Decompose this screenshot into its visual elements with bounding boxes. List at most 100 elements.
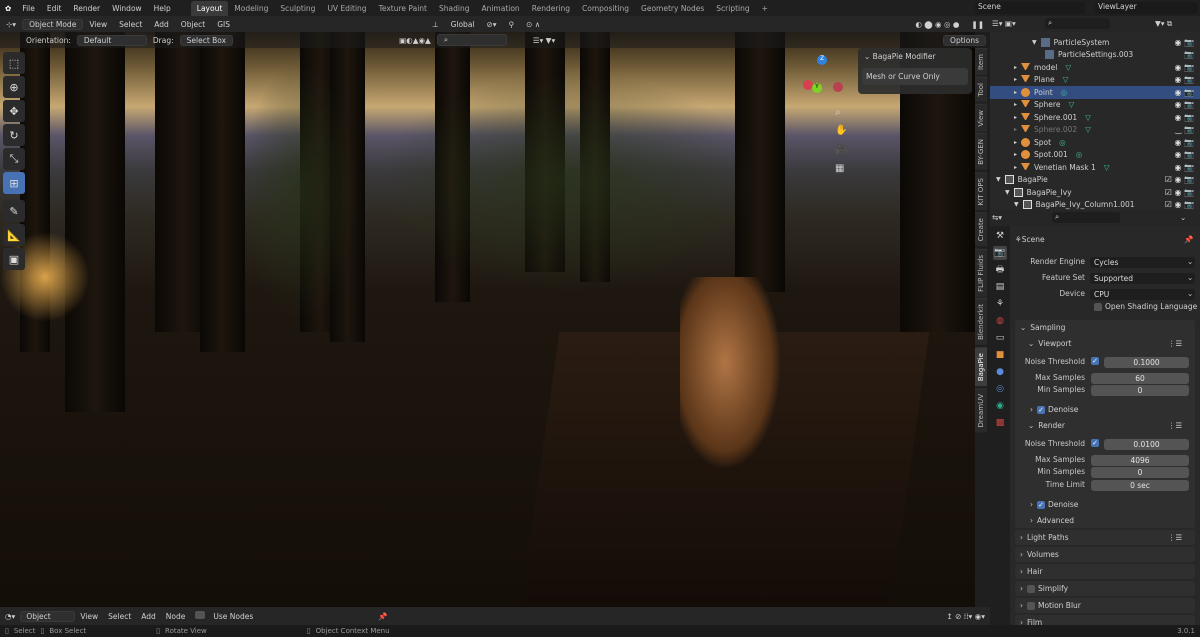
drag-dropdown[interactable]: Select Box bbox=[179, 34, 234, 46]
advanced-subpanel[interactable]: › Advanced bbox=[1030, 516, 1074, 525]
feature-set-dropdown[interactable]: Supported bbox=[1090, 273, 1195, 284]
menu-edit[interactable]: Edit bbox=[41, 4, 68, 13]
viewport-menu-add[interactable]: Add bbox=[148, 20, 175, 29]
panel-simplify-header[interactable]: › Simplify bbox=[1020, 584, 1068, 593]
expand-arrow-icon[interactable]: ▸ bbox=[1014, 164, 1017, 171]
visibility-controls[interactable]: ◉ 📷 bbox=[1175, 138, 1194, 147]
texture-tab-icon[interactable]: ▩ bbox=[993, 416, 1007, 430]
menu-help[interactable]: Help bbox=[148, 4, 177, 13]
expand-arrow-icon[interactable]: ▼ bbox=[1005, 189, 1010, 196]
render-min-samples-field[interactable]: 0 bbox=[1091, 467, 1189, 478]
outliner-item[interactable]: ▸ Sphere.002 ▽ ‿ 📷 bbox=[990, 124, 1200, 137]
outliner-item[interactable]: ▸ Plane ▽ ◉ 📷 bbox=[990, 74, 1200, 87]
tab-texture-paint[interactable]: Texture Paint bbox=[373, 1, 433, 16]
add-cube-tool-icon[interactable]: ▣ bbox=[3, 248, 25, 270]
visibility-controls[interactable]: ◉ 📷 bbox=[1175, 100, 1194, 109]
particles-tab-icon[interactable]: ◎ bbox=[993, 382, 1007, 396]
expand-arrow-icon[interactable]: ▸ bbox=[1014, 76, 1017, 83]
tab-uv-editing[interactable]: UV Editing bbox=[321, 1, 372, 16]
visibility-controls[interactable]: ◉ 📷 bbox=[1175, 38, 1194, 47]
checkbox-checked[interactable]: ✓ bbox=[1037, 500, 1045, 509]
node-menu-add[interactable]: Add bbox=[136, 612, 161, 621]
tab-sculpting[interactable]: Sculpting bbox=[274, 1, 321, 16]
tab-modeling[interactable]: Modeling bbox=[228, 1, 274, 16]
expand-arrow-icon[interactable]: ▸ bbox=[1014, 114, 1017, 121]
osl-checkbox[interactable]: Open Shading Language bbox=[1090, 302, 1197, 311]
device-dropdown[interactable]: CPU bbox=[1090, 289, 1195, 300]
checkbox-unchecked[interactable] bbox=[1094, 302, 1102, 311]
sidebar-tab-bagapie[interactable]: BagaPie bbox=[975, 347, 987, 387]
viewport-denoise[interactable]: › ✓ Denoise bbox=[1030, 405, 1078, 414]
scene-selector[interactable]: Scene bbox=[975, 2, 1085, 14]
menu-render[interactable]: Render bbox=[67, 4, 106, 13]
pause-icon[interactable]: ❚❚ bbox=[965, 20, 990, 29]
viewport-noise-checkbox[interactable]: ✓ bbox=[1091, 357, 1099, 365]
mesh-or-curve-button[interactable]: Mesh or Curve Only bbox=[862, 68, 968, 85]
pin-icon[interactable]: 📌 bbox=[1184, 235, 1193, 244]
panel-hair-header[interactable]: › Hair bbox=[1020, 567, 1042, 576]
shader-type-dropdown[interactable]: Object bbox=[20, 610, 76, 622]
visibility-controls[interactable]: ‿ 📷 bbox=[1175, 125, 1194, 134]
menu-window[interactable]: Window bbox=[106, 4, 148, 13]
visibility-controls[interactable]: ☑ ◉ 📷 bbox=[1165, 200, 1194, 209]
outliner-item[interactable]: ▸ model ▽ ◉ 📷 bbox=[990, 61, 1200, 74]
options-dropdown[interactable]: Options bbox=[943, 34, 986, 46]
render-noise-checkbox[interactable]: ✓ bbox=[1091, 439, 1099, 447]
select-box-tool-icon[interactable]: ⬚ bbox=[3, 52, 25, 74]
neg-x-icon[interactable] bbox=[833, 82, 843, 92]
pin-icon[interactable]: 📌 bbox=[373, 612, 392, 621]
scene-tab-icon[interactable]: ⚘ bbox=[993, 297, 1007, 311]
options-chevron-icon[interactable]: ⌄ bbox=[1180, 213, 1186, 222]
camera-icon[interactable]: 🎥 bbox=[835, 144, 847, 155]
rotate-tool-icon[interactable]: ↻ bbox=[3, 124, 25, 146]
visibility-controls[interactable]: ◉ 📷 bbox=[1175, 163, 1194, 172]
presets-list-icon[interactable]: ⋮☰ bbox=[1168, 421, 1182, 430]
outliner-item[interactable]: ▸ Point ◎ ◉ 📷 bbox=[990, 86, 1200, 99]
time-limit-field[interactable]: 0 sec bbox=[1091, 480, 1189, 491]
outliner-item[interactable]: ▸ Spot.001 ◎ ◉ 📷 bbox=[990, 149, 1200, 162]
output-tab-icon[interactable]: 🖶 bbox=[993, 263, 1007, 277]
sidebar-tab-blenderkit[interactable]: Blenderkit bbox=[975, 298, 987, 346]
sidebar-tab-item[interactable]: Item bbox=[975, 48, 987, 75]
measure-tool-icon[interactable]: 📐 bbox=[3, 224, 25, 246]
transform-tool-icon[interactable]: ⊞ bbox=[3, 172, 25, 194]
expand-arrow-icon[interactable]: ▼ bbox=[996, 176, 1001, 183]
view-layer-selector[interactable]: ViewLayer bbox=[1095, 2, 1198, 14]
visibility-controls[interactable]: ◉ 📷 bbox=[1175, 150, 1194, 159]
tab-add[interactable]: + bbox=[756, 1, 774, 16]
zoom-icon[interactable]: ⌕ bbox=[835, 107, 841, 118]
cursor-tool-icon[interactable]: ⊕ bbox=[3, 76, 25, 98]
sidebar-tab-view[interactable]: View bbox=[975, 103, 987, 132]
viewport-search-icon[interactable]: ⌕ bbox=[436, 34, 507, 46]
tab-layout[interactable]: Layout bbox=[190, 0, 229, 16]
outliner-item[interactable]: ▸ Venetian Mask 1 ▽ ◉ 📷 bbox=[990, 161, 1200, 174]
sidebar-tab-by-gen[interactable]: BY-GEN bbox=[975, 133, 987, 170]
checkbox-checked[interactable]: ✓ bbox=[1037, 405, 1045, 414]
transform-orientation-icon[interactable]: ⊥ bbox=[426, 20, 445, 29]
z-axis-icon[interactable]: Z bbox=[817, 55, 827, 65]
sampling-header[interactable]: ⌄ Sampling bbox=[1020, 323, 1065, 332]
node-menu-select[interactable]: Select bbox=[103, 612, 136, 621]
render-tab-icon[interactable]: 📷 bbox=[993, 246, 1007, 260]
snap-icon[interactable]: ⚲ bbox=[503, 20, 521, 29]
sidebar-tab-dreamuv[interactable]: DreamUV bbox=[975, 388, 987, 433]
tab-geometry-nodes[interactable]: Geometry Nodes bbox=[635, 1, 710, 16]
expand-arrow-icon[interactable]: ▸ bbox=[1014, 139, 1017, 146]
panel-light-paths-header[interactable]: › Light Paths bbox=[1020, 533, 1068, 542]
node-overlay-icons[interactable]: ↥ ⊘ ⁞⁞▾ ◉▾ bbox=[941, 612, 990, 621]
viewport-menu-select[interactable]: Select bbox=[113, 20, 148, 29]
scale-tool-icon[interactable]: ⤡ bbox=[3, 148, 25, 170]
visibility-controls[interactable]: ◉ 📷 bbox=[1175, 113, 1194, 122]
expand-arrow-icon[interactable]: ▸ bbox=[1014, 64, 1017, 71]
sidebar-tab-tool[interactable]: Tool bbox=[975, 76, 987, 102]
expand-arrow-icon[interactable]: ▸ bbox=[1014, 101, 1017, 108]
sidebar-tab-create[interactable]: Create bbox=[975, 212, 987, 247]
mode-dropdown[interactable]: Object Mode bbox=[22, 18, 84, 30]
object-tab-icon[interactable]: ■ bbox=[993, 348, 1007, 362]
checkbox-unchecked[interactable] bbox=[1027, 601, 1035, 610]
tab-rendering[interactable]: Rendering bbox=[526, 1, 576, 16]
filter-icon[interactable]: ▼▾ ⧉ bbox=[1155, 19, 1172, 29]
visibility-controls[interactable]: ◉ 📷 bbox=[1175, 75, 1194, 84]
navigation-gizmo[interactable]: Z Y ⌕ ✋ 🎥 ▦ bbox=[800, 55, 850, 185]
view-layer-tab-icon[interactable]: ▤ bbox=[993, 280, 1007, 294]
